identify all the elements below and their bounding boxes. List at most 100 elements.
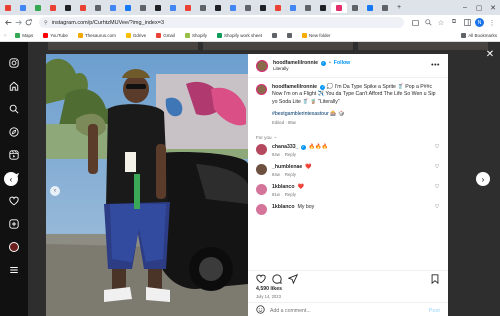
browser-tab[interactable] — [226, 2, 240, 13]
site-info-icon[interactable]: ⚲ — [44, 20, 48, 26]
commenter-username[interactable]: chana333_ — [272, 144, 299, 150]
author-avatar[interactable] — [256, 59, 268, 72]
emoji-button[interactable] — [256, 305, 265, 316]
browser-tab[interactable] — [121, 2, 135, 13]
bookmark-item[interactable]: Maps — [15, 33, 33, 38]
address-bar[interactable]: ⚲ instagram.com/p/CurhtzMUVee/?img_index… — [39, 17, 404, 28]
bookmark-item[interactable]: Thesaurus.com — [77, 33, 116, 38]
bookmark-item[interactable]: Shopify — [184, 33, 207, 38]
comment-like-button[interactable]: ♡ — [434, 204, 440, 210]
nav-search[interactable] — [9, 104, 19, 114]
commenter-username[interactable]: _humblenae — [272, 164, 302, 170]
maximize-button[interactable]: ▢ — [472, 0, 486, 15]
back-button[interactable] — [3, 17, 13, 29]
bookmark-item[interactable]: Gmail — [156, 33, 175, 38]
comment-like-button[interactable]: ♡ — [434, 184, 440, 190]
reply-button[interactable]: Reply — [285, 191, 296, 198]
nav-profile[interactable] — [9, 242, 19, 252]
browser-tab[interactable] — [211, 2, 225, 13]
bookmark-item[interactable]: Shopify work sheet — [216, 33, 262, 38]
browser-tab[interactable] — [181, 2, 195, 13]
browser-tab[interactable] — [196, 2, 210, 13]
minimize-button[interactable]: – — [458, 0, 472, 15]
browser-tab[interactable] — [363, 2, 377, 13]
extensions-button[interactable]: ⧉ — [449, 17, 459, 29]
commenter-avatar[interactable] — [256, 164, 267, 176]
likes-count[interactable]: 4,590 likes — [248, 286, 448, 294]
like-button[interactable] — [256, 274, 266, 284]
browser-tab[interactable] — [151, 2, 165, 13]
browser-tab[interactable] — [241, 2, 255, 13]
bookmark-item[interactable]: New folder — [302, 33, 331, 38]
browser-tab[interactable] — [286, 2, 300, 13]
browser-tab[interactable] — [166, 2, 180, 13]
browser-tab[interactable] — [256, 2, 270, 13]
commenter-username[interactable]: 1kblanco — [272, 184, 295, 190]
caption-hashtag[interactable]: #bestgamblerintexastour 🎰 🎲 — [272, 111, 440, 118]
close-post-button[interactable]: ✕ — [485, 50, 495, 60]
reload-button[interactable] — [23, 17, 33, 29]
browser-tab[interactable] — [301, 2, 315, 13]
nav-home[interactable] — [9, 81, 19, 91]
post-comment-button[interactable]: Post — [429, 308, 440, 314]
reply-button[interactable]: Reply — [285, 151, 296, 158]
chrome-menu-button[interactable]: ⋮ — [487, 17, 497, 29]
nav-create[interactable] — [9, 219, 19, 229]
browser-tab[interactable] — [136, 2, 150, 13]
bookmark-item[interactable] — [287, 33, 292, 38]
profile-avatar-button[interactable]: N — [475, 18, 484, 27]
previous-post-button[interactable]: ‹ — [4, 172, 18, 186]
comments-scroll-area[interactable]: hoodfamelilronnie ✓ 💭 I'm Da Type Spike … — [248, 78, 448, 270]
sidepanel-button[interactable] — [462, 17, 472, 29]
media-prev-button[interactable]: ‹ — [50, 186, 60, 196]
add-comment-input[interactable]: Add a comment... — [270, 308, 424, 314]
share-button[interactable] — [288, 273, 298, 284]
close-window-button[interactable]: ✕ — [486, 0, 500, 15]
browser-tab[interactable] — [61, 2, 75, 13]
browser-tab[interactable] — [16, 2, 30, 13]
zoom-button[interactable] — [423, 17, 433, 29]
browser-tab[interactable] — [348, 2, 362, 13]
save-button[interactable] — [430, 273, 440, 284]
comment-button[interactable] — [272, 274, 282, 284]
nav-explore[interactable] — [9, 127, 19, 137]
browser-tab[interactable] — [31, 2, 45, 13]
comments-sort-dropdown[interactable]: For you ⌄ — [256, 134, 440, 140]
caption-username[interactable]: hoodfamelilronnie — [272, 84, 317, 90]
apps-button[interactable]: ⁘ — [3, 33, 7, 39]
cast-button[interactable] — [410, 17, 420, 29]
nav-notifications[interactable] — [9, 196, 19, 206]
caption-author-avatar[interactable] — [256, 84, 267, 95]
commenter-avatar[interactable] — [256, 204, 267, 216]
browser-tab[interactable] — [106, 2, 120, 13]
browser-tab[interactable] — [316, 2, 330, 13]
more-options-button[interactable]: ••• — [431, 62, 440, 69]
bookmark-item[interactable]: Gdrive — [125, 33, 146, 38]
bookmark-item[interactable] — [272, 33, 277, 38]
browser-tab[interactable] — [331, 2, 347, 13]
bookmark-item[interactable]: YouTube — [43, 33, 68, 38]
all-bookmarks[interactable]: All Bookmarks — [461, 33, 497, 38]
forward-button[interactable] — [13, 17, 23, 29]
reply-button[interactable]: Reply — [285, 171, 296, 178]
bookmark-star-button[interactable]: ☆ — [436, 17, 446, 29]
comment-like-button[interactable]: ♡ — [434, 164, 440, 170]
browser-tab[interactable] — [91, 2, 105, 13]
comment-like-button[interactable]: ♡ — [434, 144, 440, 150]
browser-tab[interactable] — [46, 2, 60, 13]
browser-tab[interactable] — [271, 2, 285, 13]
commenter-avatar[interactable] — [256, 144, 267, 156]
instagram-logo-button[interactable] — [9, 58, 19, 68]
tab-favicon-icon — [336, 4, 342, 11]
new-tab-button[interactable]: + — [392, 0, 406, 15]
next-post-button[interactable]: › — [476, 172, 490, 186]
browser-tab[interactable] — [1, 2, 15, 13]
comment-item: 1kblanco My boy ♡ — [256, 204, 440, 216]
browser-tab[interactable] — [76, 2, 90, 13]
post-audio-subtitle[interactable]: Literally — [273, 66, 426, 71]
nav-more[interactable] — [9, 265, 19, 275]
nav-reels[interactable] — [9, 150, 19, 160]
browser-tab[interactable] — [378, 2, 392, 13]
commenter-username[interactable]: 1kblanco — [272, 204, 295, 210]
commenter-avatar[interactable] — [256, 184, 267, 196]
